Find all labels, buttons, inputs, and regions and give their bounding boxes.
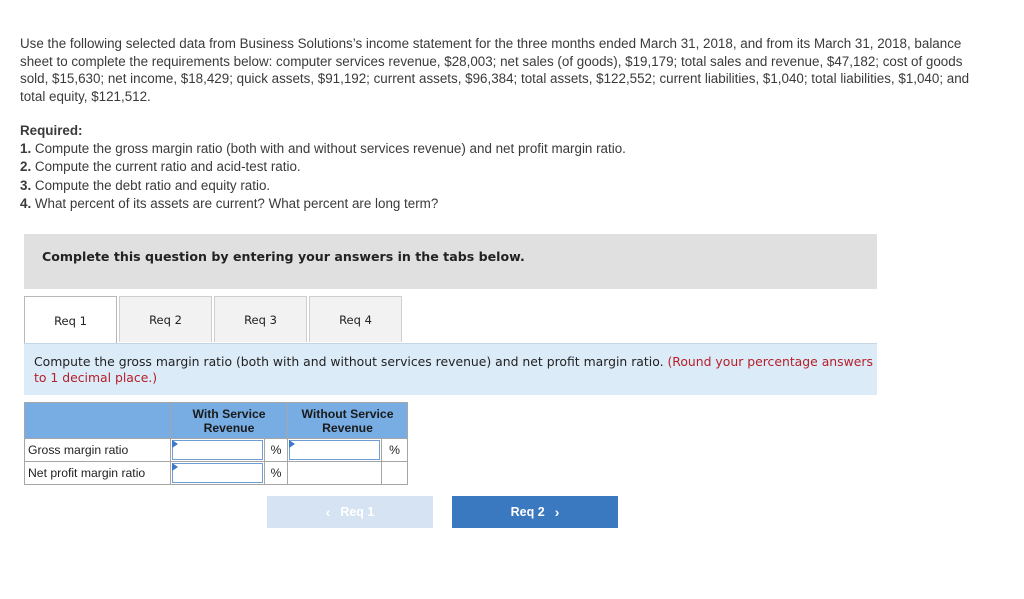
table-header-row: With Service Revenue Without Service Rev… [24, 402, 408, 439]
banner-text: Complete this question by entering your … [42, 249, 525, 264]
next-button-label: Req 2 [510, 505, 545, 519]
requirement-number: 4. [20, 195, 32, 211]
requirement-number: 1. [20, 141, 32, 157]
tab-req-4[interactable]: Req 4 [309, 296, 402, 342]
percent-unit: % [381, 438, 408, 462]
header-blank [24, 402, 171, 439]
header-without-service-label: Without Service Revenue [301, 406, 394, 435]
next-req-button[interactable]: Req 2 › [452, 496, 618, 528]
percent-unit: % [264, 438, 288, 462]
instructions-banner: Complete this question by entering your … [24, 234, 877, 289]
empty-cell [381, 461, 408, 485]
gross-margin-without-service-input[interactable] [289, 440, 380, 460]
required-heading: Required: [20, 123, 83, 138]
gross-margin-with-service-input[interactable] [172, 440, 263, 460]
header-with-service-revenue: With Service Revenue [170, 402, 288, 439]
input-flag-icon [172, 463, 178, 471]
row-label: Net profit margin ratio [24, 461, 171, 485]
chevron-right-icon: › [554, 504, 560, 520]
answer-table: With Service Revenue Without Service Rev… [24, 402, 408, 485]
instruction-text: Compute the gross margin ratio (both wit… [34, 354, 874, 386]
instruction-main: Compute the gross margin ratio (both wit… [34, 354, 668, 369]
requirement-number: 2. [20, 159, 32, 175]
requirement-item: 1. Compute the gross margin ratio (both … [20, 140, 920, 158]
input-flag-icon [172, 440, 178, 448]
table-row: Gross margin ratio % % [24, 438, 408, 462]
requirement-text: What percent of its assets are current? … [31, 195, 439, 211]
percent-unit: % [264, 461, 288, 485]
input-cell [170, 438, 265, 462]
input-flag-icon [289, 440, 295, 448]
header-without-service-revenue: Without Service Revenue [287, 402, 408, 439]
prev-button-label: Req 1 [340, 505, 375, 519]
requirement-number: 3. [20, 177, 32, 193]
tab-req-1[interactable]: Req 1 [24, 296, 117, 344]
tab-instruction-box: Compute the gross margin ratio (both wit… [24, 343, 877, 395]
requirement-tabs: Req 1 Req 2 Req 3 Req 4 [24, 296, 404, 344]
prev-req-button[interactable]: ‹ Req 1 [267, 496, 433, 528]
input-cell [170, 461, 265, 485]
input-cell [287, 438, 382, 462]
chevron-left-icon: ‹ [325, 504, 331, 520]
net-profit-margin-with-service-input[interactable] [172, 463, 263, 483]
empty-cell [287, 461, 382, 485]
header-with-service-label: With Service Revenue [192, 406, 266, 435]
row-label: Gross margin ratio [24, 438, 171, 462]
requirement-item: 2. Compute the current ratio and acid-te… [20, 158, 920, 176]
requirement-text: Compute the debt ratio and equity ratio. [31, 177, 271, 193]
requirements-list: Required: 1. Compute the gross margin ra… [20, 122, 920, 213]
requirement-text: Compute the current ratio and acid-test … [31, 159, 301, 175]
tab-req-2[interactable]: Req 2 [119, 296, 212, 342]
requirement-item: 3. Compute the debt ratio and equity rat… [20, 177, 920, 195]
requirement-item: 4. What percent of its assets are curren… [20, 195, 920, 213]
requirement-text: Compute the gross margin ratio (both wit… [31, 141, 626, 157]
table-row: Net profit margin ratio % [24, 461, 408, 485]
tab-req-3[interactable]: Req 3 [214, 296, 307, 342]
problem-intro: Use the following selected data from Bus… [20, 36, 970, 104]
